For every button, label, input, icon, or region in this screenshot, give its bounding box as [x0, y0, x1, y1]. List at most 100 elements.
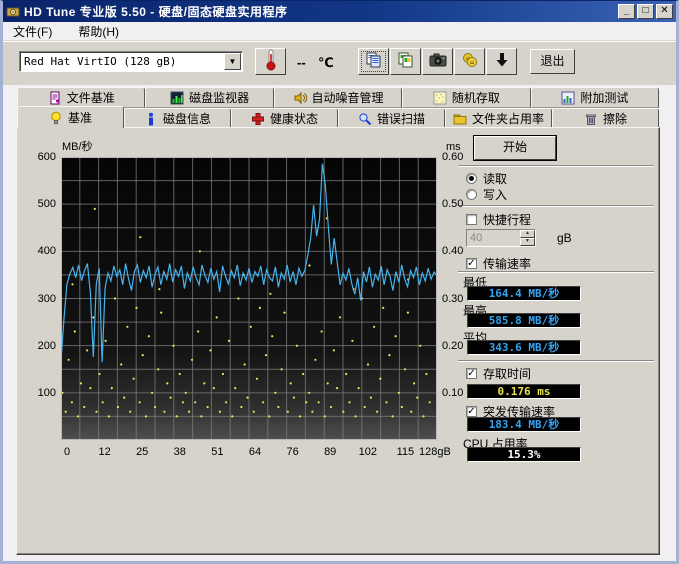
random-access-icon: [433, 91, 447, 105]
y-right-tick-label: 0.50: [442, 198, 474, 210]
menu-item-file[interactable]: 文件(F): [9, 22, 56, 41]
size-spinner[interactable]: 40 ▲▼: [466, 229, 536, 247]
tab-label: 随机存取: [452, 89, 500, 106]
read-radio[interactable]: 读取: [466, 170, 507, 187]
access-time-label: 存取时间: [483, 365, 531, 382]
tab-extra-tests[interactable]: 附加测试: [531, 87, 659, 108]
y-right-tick-label: 0.30: [442, 293, 474, 305]
y-left-tick-label: 300: [23, 293, 56, 305]
maximize-button[interactable]: □: [637, 4, 654, 19]
tab-row-lower: 基准 磁盘信息 健康状态 错误扫描 文件夹占用率擦除: [17, 108, 659, 128]
drive-select[interactable]: Red Hat VirtIO (128 gB) ▼: [19, 51, 243, 72]
copy-text-icon: [366, 52, 382, 71]
spinner-arrows[interactable]: ▲▼: [520, 230, 535, 246]
benchmark-page: MB/秒 ms 开始 读取 写入 快捷行程 40 ▲▼ gB ✓ 传输速率: [16, 127, 660, 555]
close-button[interactable]: ✕: [656, 4, 673, 19]
access-time-value: 0.176 ms: [467, 384, 581, 399]
radio-icon[interactable]: [466, 173, 477, 184]
max-value: 585.8 MB/秒: [467, 313, 581, 328]
write-radio-label: 写入: [483, 186, 507, 203]
access-time-checkbox[interactable]: ✓ 存取时间: [466, 365, 531, 382]
avg-value: 343.6 MB/秒: [467, 340, 581, 355]
save-button[interactable]: [486, 48, 517, 75]
tab-label: 基准: [68, 109, 92, 126]
disk-monitor-icon: [170, 91, 184, 105]
drive-select-value: Red Hat VirtIO (128 gB): [20, 55, 224, 68]
tab-row-upper: 文件基准 磁盘监视器 自动噪音管理 随机存取 附加测试: [17, 87, 659, 108]
file-benchmark-icon: [48, 91, 62, 105]
tab-benchmark[interactable]: 基准: [17, 106, 124, 128]
save-arrow-icon: [494, 52, 510, 71]
health-cross-icon: [251, 112, 265, 126]
temperature-value: --: [297, 55, 306, 70]
tab-label: 健康状态: [270, 110, 318, 127]
thermometer-icon: [264, 48, 278, 75]
x-tick-label: 128gB: [419, 446, 467, 458]
tab-label: 错误扫描: [377, 110, 425, 127]
tab-random-access[interactable]: 随机存取: [402, 87, 530, 108]
tab-disk-info[interactable]: 磁盘信息: [124, 108, 231, 128]
chevron-down-icon[interactable]: ▼: [224, 53, 241, 70]
y-left-tick-label: 600: [23, 151, 56, 163]
checkbox-icon[interactable]: ✓: [466, 368, 477, 379]
folder-icon: [453, 112, 467, 126]
lightbulb-icon: [49, 111, 63, 125]
y-left-tick-label: 200: [23, 340, 56, 352]
tab-aam[interactable]: 自动噪音管理: [274, 87, 402, 108]
tab-label: 自动噪音管理: [312, 89, 384, 106]
separator: [458, 360, 654, 362]
tab-label: 文件夹占用率: [472, 110, 544, 127]
size-unit-label: gB: [557, 231, 572, 245]
y-left-tick-label: 500: [23, 198, 56, 210]
tab-label: 磁盘监视器: [189, 89, 249, 106]
burst-rate-value: 183.4 MB/秒: [467, 417, 581, 432]
temperature-button[interactable]: [255, 48, 286, 75]
separator: [458, 271, 654, 273]
tab-error-scan[interactable]: 错误扫描: [338, 108, 445, 128]
exit-button[interactable]: 退出: [530, 49, 575, 74]
y-right-tick-label: 0.40: [442, 245, 474, 257]
chart-canvas: [61, 157, 437, 440]
tab-disk-monitor[interactable]: 磁盘监视器: [145, 87, 273, 108]
minimize-button[interactable]: _: [618, 4, 635, 19]
title-bar: HD Tune 专业版 5.50 - 硬盘/固态硬盘实用程序 _ □ ✕: [3, 1, 676, 22]
tab-folder-usage[interactable]: 文件夹占用率: [445, 108, 552, 128]
copy-image-button[interactable]: [390, 48, 421, 75]
tab-label: 文件基准: [67, 89, 115, 106]
checkbox-icon[interactable]: [466, 214, 477, 225]
y-right-tick-label: 0.10: [442, 387, 474, 399]
app-icon: [6, 5, 20, 19]
cpu-usage-value: 15.3%: [467, 447, 581, 462]
tab-file-benchmark[interactable]: 文件基准: [17, 87, 145, 108]
start-button[interactable]: 开始: [474, 136, 556, 160]
info-icon: [144, 112, 158, 126]
y-left-tick-label: 100: [23, 387, 56, 399]
read-radio-label: 读取: [483, 170, 507, 187]
tab-label: 磁盘信息: [163, 110, 211, 127]
separator: [458, 205, 654, 207]
shortstroke-checkbox[interactable]: 快捷行程: [466, 211, 531, 228]
menu-bar: 文件(F) 帮助(H): [3, 22, 676, 41]
y-right-tick-label: 0.20: [442, 340, 474, 352]
y-left-axis-title: MB/秒: [62, 138, 93, 154]
tab-health[interactable]: 健康状态: [231, 108, 338, 128]
extra-tests-icon: [561, 91, 575, 105]
speaker-icon: [293, 91, 307, 105]
screenshot-button[interactable]: [422, 48, 453, 75]
size-spinner-value: 40: [467, 230, 520, 246]
checkbox-icon[interactable]: ✓: [466, 406, 477, 417]
menu-item-help[interactable]: 帮助(H): [74, 22, 123, 41]
benchmark-chart: [61, 157, 437, 440]
y-left-tick-label: 400: [23, 245, 56, 257]
trash-icon: [584, 112, 598, 126]
register-button[interactable]: [454, 48, 485, 75]
checkbox-icon[interactable]: ✓: [466, 258, 477, 269]
tab-erase[interactable]: 擦除: [552, 108, 659, 128]
tab-label: 附加测试: [580, 89, 628, 106]
transfer-checkbox[interactable]: ✓ 传输速率: [466, 255, 531, 272]
copy-image-icon: [398, 52, 414, 71]
transfer-label: 传输速率: [483, 255, 531, 272]
y-right-tick-label: 0.60: [442, 151, 474, 163]
copy-text-button[interactable]: [358, 48, 389, 75]
temperature-unit: ℃: [318, 55, 334, 71]
